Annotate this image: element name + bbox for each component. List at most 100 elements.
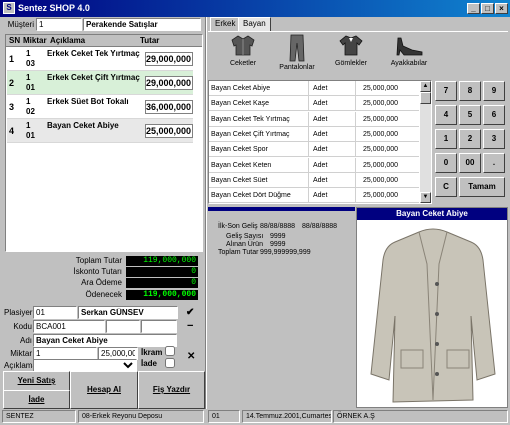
iade-button[interactable]: İade xyxy=(3,390,70,409)
col-sn: SN xyxy=(9,36,21,45)
scroll-thumb[interactable] xyxy=(420,92,431,104)
yeni-satis-button[interactable]: Yeni Satış xyxy=(3,371,70,391)
toplam-value: 119,000,000 xyxy=(126,256,198,266)
iade-label: İade xyxy=(141,359,158,368)
key-3[interactable]: 3 xyxy=(483,129,505,149)
product-price: 25,000,000 xyxy=(363,115,399,123)
key-5[interactable]: 5 xyxy=(459,105,481,125)
cart-miktar: 1 01 xyxy=(26,73,35,92)
category-ayakkabilar[interactable]: Ayakkabılar xyxy=(386,34,432,67)
minimize-icon[interactable]: _ xyxy=(467,3,480,14)
product-price: 25,000,000 xyxy=(363,176,399,184)
customer-label: Müşteri xyxy=(7,20,34,29)
confirm-icon[interactable]: ✔ xyxy=(186,307,194,318)
category-gomlekler[interactable]: Gömlekler xyxy=(331,34,371,67)
info-toplam-value: 999,999999,999 xyxy=(260,249,311,256)
tab-erkek[interactable]: Erkek xyxy=(210,17,241,31)
plasiyer-label: Plasiyer xyxy=(4,308,33,317)
scroll-up-icon[interactable]: ▲ xyxy=(420,81,431,92)
shirt-icon xyxy=(339,35,363,56)
product-name: Bayan Ceket Kaşe xyxy=(211,96,309,112)
cart-sn: 2 xyxy=(9,78,15,88)
cart-tutar: 36,000,000 xyxy=(145,100,193,114)
window-title: Sentez SHOP 4.0 xyxy=(18,3,90,13)
status-owner: ÖRNEK A.Ş xyxy=(333,410,508,423)
category-pantalonlar-label: Pantalonlar xyxy=(279,64,315,71)
kodu-variant-1[interactable] xyxy=(106,320,140,333)
product-unit: Adet xyxy=(310,157,356,173)
fis-yazdir-button[interactable]: Fiş Yazdır xyxy=(138,371,205,409)
tab-bayan[interactable]: Bayan xyxy=(238,17,271,31)
odenecek-value: 119,000,000 xyxy=(126,290,198,300)
hesap-al-button[interactable]: Hesap Al xyxy=(70,371,138,409)
remove-icon[interactable]: − xyxy=(187,320,193,332)
cart-tutar: 29,000,000 xyxy=(145,76,193,90)
cart-miktar: 1 01 xyxy=(26,121,35,140)
col-tutar: Tutar xyxy=(140,36,160,45)
kodu-label: Kodu xyxy=(13,322,32,331)
jacket-icon xyxy=(231,35,255,56)
hesap-al-label: Hesap Al xyxy=(87,385,121,394)
cart-row[interactable]: 4 1 01 Bayan Ceket Abiye 25,000,000 xyxy=(7,119,193,143)
cart-sn: 4 xyxy=(9,126,15,136)
product-row[interactable]: Bayan Ceket Tek Yırtmaç Adet 25,000,000 xyxy=(209,111,419,127)
product-scrollbar[interactable]: ▲ ▼ xyxy=(420,81,431,203)
cart-aciklama: Erkek Süet Bot Tokalı xyxy=(47,97,129,106)
product-name: Bayan Ceket Çift Yırtmaç xyxy=(211,126,309,142)
cart-aciklama: Erkek Ceket Tek Yırtmaç xyxy=(47,49,140,58)
close-icon[interactable]: × xyxy=(495,3,508,14)
plasiyer-code-input[interactable] xyxy=(33,306,77,319)
gelis-sayisi-label: Geliş Sayısı xyxy=(226,233,264,240)
kodu-input[interactable] xyxy=(33,320,105,333)
son-gelis-value: 88/88/8888 xyxy=(302,223,338,230)
customer-name-field xyxy=(83,18,201,31)
key-6[interactable]: 6 xyxy=(483,105,505,125)
cancel-icon[interactable]: ✕ xyxy=(187,351,195,362)
product-row[interactable]: Bayan Ceket Keten Adet 25,000,000 xyxy=(209,157,419,173)
cart-sn: 1 xyxy=(9,54,15,64)
toplam-label: Toplam Tutar xyxy=(75,256,122,265)
ara-odeme-value: 0 xyxy=(126,278,198,288)
key-8[interactable]: 8 xyxy=(459,81,481,101)
product-unit: Adet xyxy=(310,81,356,96)
product-row[interactable]: Bayan Ceket Dört Düğme Adet 25,000,000 xyxy=(209,188,419,204)
key-9[interactable]: 9 xyxy=(483,81,505,101)
iade-checkbox[interactable] xyxy=(165,358,175,368)
status-cashier: 01 xyxy=(208,410,240,423)
product-row[interactable]: Bayan Ceket Spor Adet 25,000,000 xyxy=(209,142,419,158)
key-4[interactable]: 4 xyxy=(435,105,457,125)
key-dot[interactable]: . xyxy=(483,153,505,173)
key-clear[interactable]: C xyxy=(435,177,457,197)
maximize-icon[interactable]: □ xyxy=(481,3,494,14)
category-ceketler[interactable]: Ceketler xyxy=(226,34,260,67)
key-0[interactable]: 0 xyxy=(435,153,457,173)
customer-code-input[interactable] xyxy=(36,18,82,31)
product-row[interactable]: Bayan Ceket Kaşe Adet 25,000,000 xyxy=(209,96,419,112)
adi-label: Adı xyxy=(19,336,32,345)
product-row[interactable]: Bayan Ceket Süet Adet 25,000,000 xyxy=(209,172,419,188)
preview-title: Bayan Ceket Abiye xyxy=(357,208,507,220)
ikram-checkbox[interactable] xyxy=(165,346,175,356)
key-1[interactable]: 1 xyxy=(435,129,457,149)
category-pantalonlar[interactable]: Pantalonlar xyxy=(275,34,319,71)
cart-row[interactable]: 2 1 01 Erkek Ceket Çift Yırtmaç 29,000,000 xyxy=(7,71,193,95)
scroll-down-icon[interactable]: ▼ xyxy=(420,192,431,203)
trousers-icon xyxy=(289,34,305,62)
cart-aciklama: Erkek Ceket Çift Yırtmaç xyxy=(47,73,140,82)
category-ceketler-label: Ceketler xyxy=(229,60,257,67)
key-7[interactable]: 7 xyxy=(435,81,457,101)
kodu-variant-2[interactable] xyxy=(141,320,177,333)
adi-field xyxy=(33,334,177,347)
cart-row[interactable]: 1 1 03 Erkek Ceket Tek Yırtmaç 29,000,000 xyxy=(7,47,193,71)
info-toplam-label: Toplam Tutar xyxy=(218,249,259,256)
key-2[interactable]: 2 xyxy=(459,129,481,149)
product-row[interactable]: Bayan Ceket Çift Yırtmaç Adet 25,000,000 xyxy=(209,126,419,142)
product-name: Bayan Ceket Dört Düğme xyxy=(211,188,309,204)
key-tamam[interactable]: Tamam xyxy=(459,177,505,197)
key-00[interactable]: 00 xyxy=(459,153,481,173)
cart-row[interactable]: 3 1 02 Erkek Süet Bot Tokalı 36,000,000 xyxy=(7,95,193,119)
cart-miktar: 1 02 xyxy=(26,97,35,116)
product-row[interactable]: Bayan Ceket Abiye Adet 25,000,000 xyxy=(209,81,419,96)
status-depot: 08-Erkek Reyonu Deposu xyxy=(78,410,204,423)
iskonto-value: 0 xyxy=(126,267,198,277)
